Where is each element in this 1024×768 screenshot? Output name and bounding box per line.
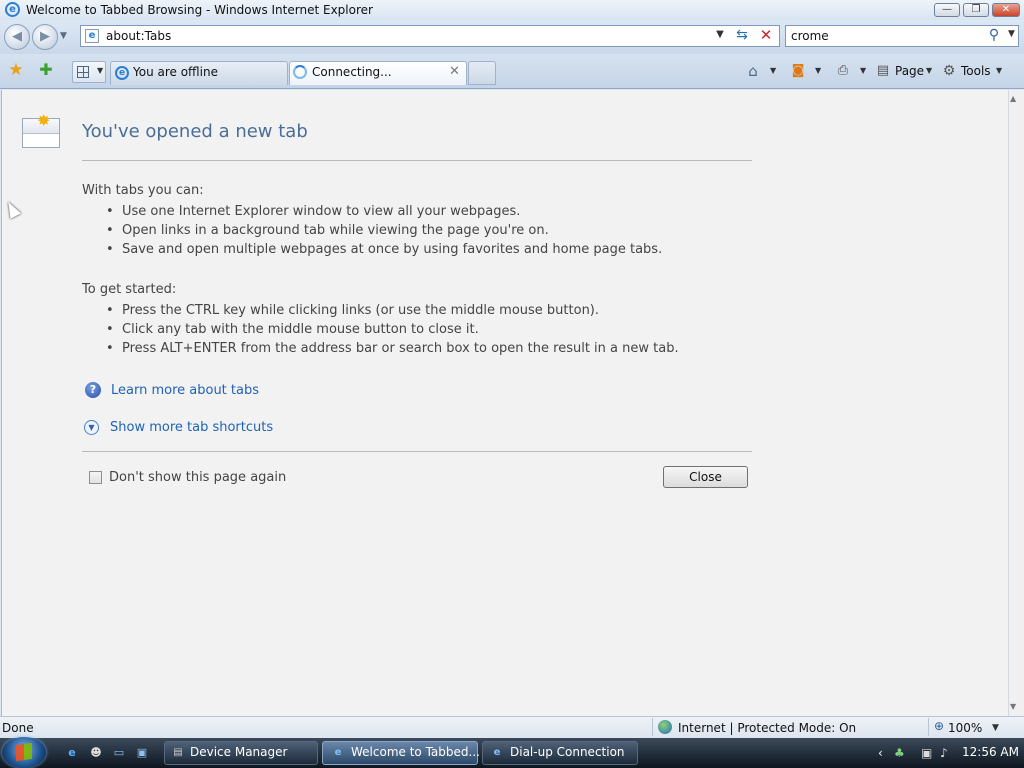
divider — [82, 160, 752, 161]
add-favorites-icon[interactable]: ✚ — [37, 61, 55, 79]
taskbar-label: Dial-up Connection — [510, 745, 625, 759]
divider — [82, 451, 752, 452]
favorites-star-icon[interactable]: ★ — [7, 61, 25, 79]
ie-page-icon: e — [115, 66, 129, 80]
help-icon[interactable]: ? — [85, 382, 101, 398]
internet-explorer-icon[interactable]: e — [5, 2, 20, 17]
home-icon[interactable]: ⌂ — [744, 62, 762, 80]
zoom-level[interactable]: 100% — [948, 721, 982, 735]
dont-show-label[interactable]: Don't show this page again — [109, 470, 286, 485]
show-desktop-icon[interactable]: ▭ — [111, 745, 127, 761]
print-dropdown[interactable]: ▼ — [860, 66, 866, 75]
device-manager-icon: ▤ — [173, 747, 183, 758]
window-title: Welcome to Tabbed Browsing - Windows Int… — [26, 3, 373, 17]
security-zone-text[interactable]: Internet | Protected Mode: On — [678, 721, 856, 735]
zoom-dropdown[interactable]: ▼ — [992, 723, 999, 733]
internet-zone-globe-icon — [658, 720, 672, 734]
stop-icon[interactable]: ✕ — [756, 26, 776, 44]
search-options-dropdown[interactable]: ▼ — [1008, 29, 1015, 39]
dialup-icon: e — [493, 747, 501, 758]
taskbar-label: Welcome to Tabbed... — [351, 745, 480, 759]
refresh-icon[interactable]: ⇆ — [732, 27, 752, 45]
tab-list-dropdown[interactable]: ▼ — [97, 66, 103, 75]
tools-menu[interactable]: Tools — [961, 60, 991, 82]
status-separator — [928, 718, 929, 736]
section-title-tabs: With tabs you can: — [82, 183, 204, 198]
scroll-down-icon[interactable]: ▼ — [1010, 702, 1016, 711]
search-text[interactable]: crome — [791, 29, 829, 43]
print-icon[interactable]: ⎙ — [834, 62, 852, 80]
learn-more-link[interactable]: Learn more about tabs — [111, 383, 259, 398]
feeds-dropdown[interactable]: ▼ — [815, 66, 821, 75]
network-icon[interactable]: ♣ — [894, 746, 905, 760]
sparkle-icon: ✸ — [37, 111, 51, 130]
address-text[interactable]: about:Tabs — [106, 29, 171, 43]
feeds-icon[interactable]: ◙ — [789, 62, 807, 80]
quick-tabs-icon — [77, 66, 89, 78]
search-icon[interactable]: ⚲ — [986, 27, 1002, 43]
zoom-icon[interactable]: ⊕ — [934, 719, 944, 733]
page-menu-dropdown[interactable]: ▼ — [926, 66, 932, 75]
status-bar — [0, 716, 1024, 739]
scroll-up-icon[interactable]: ▲ — [1010, 94, 1016, 103]
tab-connecting-label: Connecting... — [312, 65, 392, 79]
maximize-button[interactable]: ❐ — [963, 3, 989, 17]
page-menu[interactable]: Page — [895, 60, 924, 82]
loading-spinner-icon — [293, 65, 307, 79]
vertical-scrollbar[interactable] — [1008, 90, 1024, 716]
expand-chevron-icon[interactable]: ▼ — [84, 420, 99, 435]
dont-show-checkbox[interactable] — [89, 471, 102, 484]
forward-button[interactable]: ▶ — [32, 24, 58, 50]
back-button[interactable]: ◀ — [4, 24, 30, 50]
status-separator — [652, 718, 653, 736]
close-button[interactable]: Close — [663, 466, 748, 488]
taskbar-label: Device Manager — [190, 745, 288, 759]
close-window-button[interactable]: ✕ — [992, 3, 1020, 17]
close-tab-icon[interactable]: ✕ — [449, 64, 460, 79]
show-shortcuts-link[interactable]: Show more tab shortcuts — [110, 420, 273, 435]
home-dropdown[interactable]: ▼ — [770, 66, 776, 75]
volume-muted-icon[interactable]: ♪ — [940, 746, 948, 760]
quicklaunch-ie-icon[interactable]: e — [64, 745, 80, 761]
tray-expand-icon[interactable]: ‹ — [878, 746, 883, 760]
gear-icon: ⚙ — [942, 63, 956, 79]
address-dropdown[interactable]: ▼ — [711, 29, 729, 43]
status-text: Done — [2, 721, 34, 735]
switch-windows-icon[interactable]: ▣ — [134, 745, 150, 761]
recent-pages-dropdown[interactable]: ▼ — [60, 31, 67, 41]
connection-error-icon[interactable]: ▣ — [921, 746, 932, 760]
section-title-get-started: To get started: — [82, 282, 177, 297]
new-tab-button[interactable] — [468, 61, 496, 85]
minimize-button[interactable]: — — [934, 3, 960, 17]
windows-logo-icon — [16, 742, 32, 762]
tab-offline-label: You are offline — [133, 65, 218, 79]
page-icon-menu: ▤ — [876, 63, 890, 78]
quicklaunch-app-icon[interactable]: ☻ — [88, 745, 104, 761]
ie-taskbar-icon: e — [334, 747, 342, 758]
quick-tabs-button[interactable]: ▼ — [72, 61, 106, 83]
new-tab-illustration: ✸ — [22, 111, 60, 148]
page-icon: e — [85, 29, 99, 43]
clock[interactable]: 12:56 AM — [962, 745, 1019, 759]
address-field[interactable] — [80, 25, 780, 47]
tools-menu-dropdown[interactable]: ▼ — [996, 66, 1002, 75]
page-heading: You've opened a new tab — [82, 121, 308, 142]
